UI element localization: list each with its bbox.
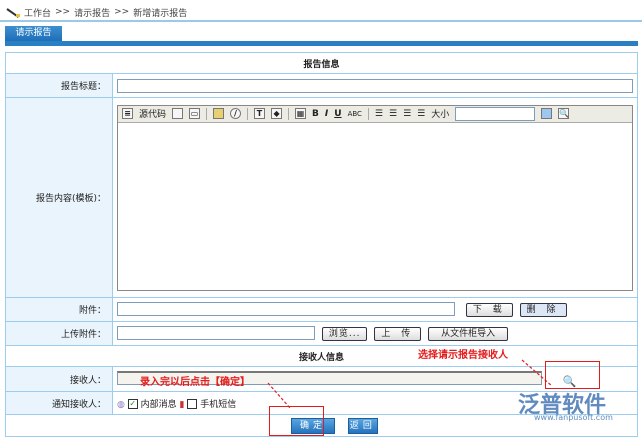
annotation-arrows [267,359,553,409]
watermark-url: www.fanpusoft.com [534,413,613,422]
